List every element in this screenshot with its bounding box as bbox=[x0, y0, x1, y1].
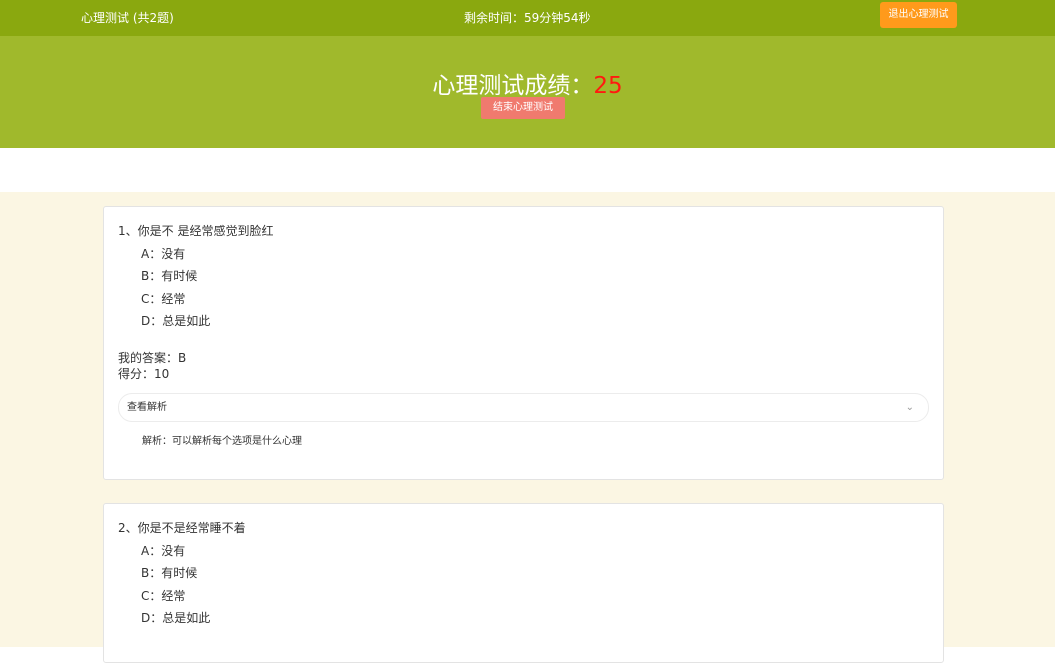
view-analysis-toggle[interactable]: 查看解析 ⌄ bbox=[118, 393, 929, 422]
option-a: A：没有 bbox=[141, 544, 186, 558]
option-a: A：没有 bbox=[141, 247, 186, 261]
question-card: 1、你是不 是经常感觉到脸红 A：没有 B：有时候 C：经常 D：总是如此 我的… bbox=[103, 206, 944, 480]
question-title: 2、你是不是经常睡不着 bbox=[118, 521, 246, 535]
test-title: 心理测试 (共2题) bbox=[81, 11, 174, 25]
exit-test-button[interactable]: 退出心理测试 bbox=[880, 2, 957, 28]
score-line: 心理测试成绩：25 bbox=[0, 66, 1055, 100]
question-score: 得分：10 bbox=[118, 367, 170, 381]
view-analysis-label: 查看解析 bbox=[127, 402, 167, 413]
analysis-text: 解析：可以解析每个选项是什么心理 bbox=[142, 436, 302, 447]
option-c: C：经常 bbox=[141, 292, 186, 306]
question-card: 2、你是不是经常睡不着 A：没有 B：有时候 C：经常 D：总是如此 bbox=[103, 503, 944, 663]
spacer bbox=[0, 148, 1055, 192]
score-banner: 心理测试成绩：25 结束心理测试 bbox=[0, 36, 1055, 148]
score-value: 25 bbox=[593, 73, 623, 99]
option-d: D：总是如此 bbox=[141, 611, 211, 625]
end-test-button[interactable]: 结束心理测试 bbox=[481, 97, 565, 119]
option-c: C：经常 bbox=[141, 589, 186, 603]
my-answer: 我的答案：B bbox=[118, 351, 187, 365]
option-d: D：总是如此 bbox=[141, 314, 211, 328]
question-list: 1、你是不 是经常感觉到脸红 A：没有 B：有时候 C：经常 D：总是如此 我的… bbox=[0, 192, 1055, 663]
question-title: 1、你是不 是经常感觉到脸红 bbox=[118, 224, 274, 238]
option-b: B：有时候 bbox=[141, 269, 198, 283]
top-bar: 心理测试 (共2题) 剩余时间：59分钟54秒 退出心理测试 bbox=[0, 0, 1055, 36]
score-label: 心理测试成绩： bbox=[432, 73, 594, 99]
remaining-time: 剩余时间：59分钟54秒 bbox=[464, 11, 591, 25]
chevron-down-icon: ⌄ bbox=[905, 402, 914, 413]
option-b: B：有时候 bbox=[141, 566, 198, 580]
